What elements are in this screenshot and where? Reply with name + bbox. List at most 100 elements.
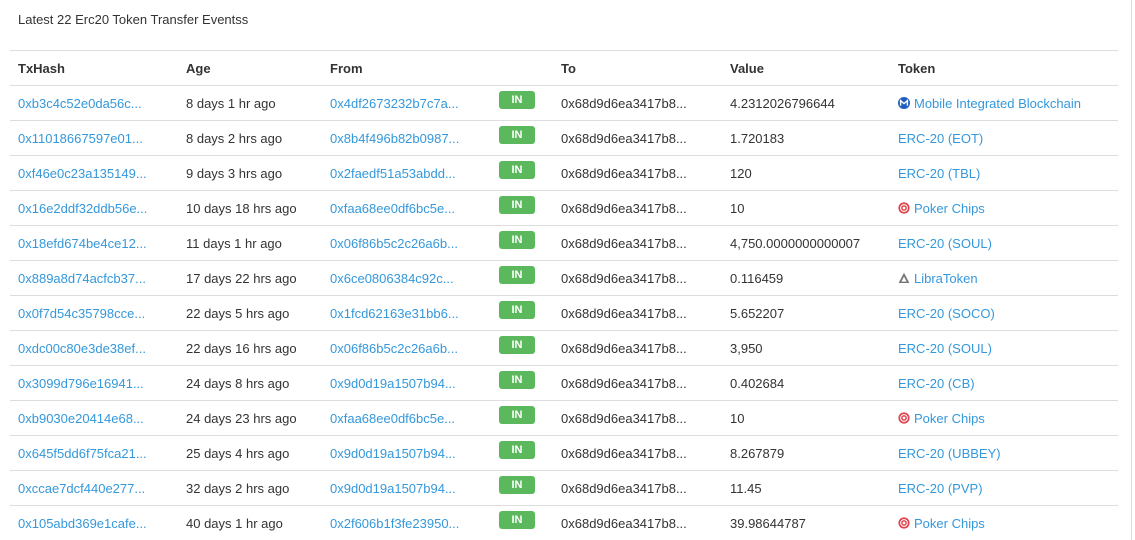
- token-link[interactable]: ERC-20 (SOCO): [898, 306, 995, 321]
- value-text: 1.720183: [730, 130, 785, 146]
- direction-badge: IN: [499, 371, 535, 389]
- to-address-text: 0x68d9d6ea3417b8...: [561, 130, 687, 146]
- column-header-txhash: TxHash: [10, 50, 178, 86]
- from-address-link[interactable]: 0x06f86b5c2c26a6b...: [330, 341, 458, 356]
- table-row: 0x18efd674be4ce12... 11 days 1 hr ago 0x06…: [10, 225, 1118, 261]
- age-text: 22 days 5 hrs ago: [186, 305, 290, 321]
- value-text: 39.98644787: [730, 515, 806, 531]
- txhash-link[interactable]: 0xccae7dcf440e277...: [18, 481, 145, 496]
- token-link[interactable]: ERC-20 (SOUL): [898, 341, 992, 356]
- column-header-from: From: [322, 50, 491, 86]
- direction-badge: IN: [499, 441, 535, 459]
- table-header-row: TxHash Age From To Value Token: [10, 50, 1118, 86]
- value-text: 4.2312026796644: [730, 95, 835, 111]
- from-address-link[interactable]: 0x4df2673232b7c7a...: [330, 96, 459, 111]
- token-link[interactable]: ERC-20 (CB): [898, 376, 975, 391]
- to-address-text: 0x68d9d6ea3417b8...: [561, 270, 687, 286]
- to-address-text: 0x68d9d6ea3417b8...: [561, 200, 687, 216]
- age-text: 10 days 18 hrs ago: [186, 200, 297, 216]
- to-address-text: 0x68d9d6ea3417b8...: [561, 340, 687, 356]
- age-text: 8 days 2 hrs ago: [186, 130, 283, 146]
- txhash-link[interactable]: 0xf46e0c23a135149...: [18, 166, 147, 181]
- table-row: 0x105abd369e1cafe... 40 days 1 hr ago 0x2f…: [10, 506, 1118, 540]
- txhash-link[interactable]: 0x3099d796e16941...: [18, 376, 144, 391]
- token-link[interactable]: ERC-20 (UBBEY): [898, 446, 1001, 461]
- direction-badge: IN: [499, 91, 535, 109]
- direction-badge: IN: [499, 511, 535, 529]
- token-link[interactable]: Mobile Integrated Blockchain: [914, 96, 1081, 111]
- age-text: 40 days 1 hr ago: [186, 515, 283, 531]
- table-row: 0xf46e0c23a135149... 9 days 3 hrs ago 0x2f…: [10, 155, 1118, 191]
- age-text: 11 days 1 hr ago: [186, 235, 282, 251]
- txhash-link[interactable]: 0x0f7d54c35798cce...: [18, 306, 145, 321]
- token-link[interactable]: ERC-20 (SOUL): [898, 236, 992, 251]
- txhash-link[interactable]: 0x18efd674be4ce12...: [18, 236, 147, 251]
- txhash-link[interactable]: 0x105abd369e1cafe...: [18, 516, 147, 531]
- from-address-link[interactable]: 0xfaa68ee0df6bc5e...: [330, 411, 455, 426]
- poker-chips-icon: [898, 517, 910, 529]
- to-address-text: 0x68d9d6ea3417b8...: [561, 445, 687, 461]
- age-text: 8 days 1 hr ago: [186, 95, 276, 111]
- to-address-text: 0x68d9d6ea3417b8...: [561, 95, 687, 111]
- to-address-text: 0x68d9d6ea3417b8...: [561, 165, 687, 181]
- direction-badge: IN: [499, 161, 535, 179]
- from-address-link[interactable]: 0x2f606b1f3fe23950...: [330, 516, 459, 531]
- column-header-token: Token: [890, 50, 1118, 86]
- txhash-link[interactable]: 0xb3c4c52e0da56c...: [18, 96, 142, 111]
- column-header-age: Age: [178, 50, 322, 86]
- table-row: 0x3099d796e16941... 24 days 8 hrs ago 0x9d…: [10, 365, 1118, 401]
- table-row: 0x889a8d74acfcb37... 17 days 22 hrs ago 0x…: [10, 260, 1118, 296]
- table-row: 0xdc00c80e3de38ef... 22 days 16 hrs ago 0x…: [10, 330, 1118, 366]
- token-link[interactable]: Poker Chips: [914, 516, 985, 531]
- from-address-link[interactable]: 0x2faedf51a53abdd...: [330, 166, 456, 181]
- table-row: 0x16e2ddf32ddb56e... 10 days 18 hrs ago 0x…: [10, 190, 1118, 226]
- token-link[interactable]: ERC-20 (PVP): [898, 481, 983, 496]
- direction-badge: IN: [499, 266, 535, 284]
- value-text: 11.45: [730, 480, 762, 496]
- from-address-link[interactable]: 0x6ce0806384c92c...: [330, 271, 454, 286]
- txhash-link[interactable]: 0xdc00c80e3de38ef...: [18, 341, 146, 356]
- from-address-link[interactable]: 0x1fcd62163e31bb6...: [330, 306, 459, 321]
- table-row: 0xb9030e20414e68... 24 days 23 hrs ago 0xf…: [10, 400, 1118, 436]
- page-title: Latest 22 Erc20 Token Transfer Eventss: [18, 12, 249, 27]
- table-row: 0x645f5dd6f75fca21... 25 days 4 hrs ago 0x…: [10, 435, 1118, 471]
- from-address-link[interactable]: 0x9d0d19a1507b94...: [330, 446, 456, 461]
- txhash-link[interactable]: 0x889a8d74acfcb37...: [18, 271, 146, 286]
- direction-badge: IN: [499, 196, 535, 214]
- token-link[interactable]: ERC-20 (TBL): [898, 166, 980, 181]
- table-row: 0xccae7dcf440e277... 32 days 2 hrs ago 0x9…: [10, 470, 1118, 506]
- value-text: 0.116459: [730, 270, 784, 286]
- value-text: 0.402684: [730, 375, 785, 391]
- from-address-link[interactable]: 0x06f86b5c2c26a6b...: [330, 236, 458, 251]
- to-address-text: 0x68d9d6ea3417b8...: [561, 235, 687, 251]
- to-address-text: 0x68d9d6ea3417b8...: [561, 375, 687, 391]
- direction-badge: IN: [499, 301, 535, 319]
- value-text: 4,750.0000000000007: [730, 235, 861, 251]
- age-text: 32 days 2 hrs ago: [186, 480, 290, 496]
- to-address-text: 0x68d9d6ea3417b8...: [561, 480, 687, 496]
- txhash-link[interactable]: 0xb9030e20414e68...: [18, 411, 144, 426]
- token-link[interactable]: Poker Chips: [914, 411, 985, 426]
- txhash-link[interactable]: 0x11018667597e01...: [18, 131, 143, 146]
- direction-badge: IN: [499, 126, 535, 144]
- mobile-integrated-blockchain-icon: [898, 97, 910, 109]
- from-address-link[interactable]: 0x8b4f496b82b0987...: [330, 131, 459, 146]
- from-address-link[interactable]: 0xfaa68ee0df6bc5e...: [330, 201, 455, 216]
- txhash-link[interactable]: 0x16e2ddf32ddb56e...: [18, 201, 147, 216]
- from-address-link[interactable]: 0x9d0d19a1507b94...: [330, 481, 456, 496]
- table-row: 0x0f7d54c35798cce... 22 days 5 hrs ago 0x1…: [10, 295, 1118, 331]
- txhash-link[interactable]: 0x645f5dd6f75fca21...: [18, 446, 147, 461]
- from-address-link[interactable]: 0x9d0d19a1507b94...: [330, 376, 456, 391]
- column-header-to: To: [553, 50, 722, 86]
- value-text: 3,950: [730, 340, 763, 356]
- token-link[interactable]: Poker Chips: [914, 201, 985, 216]
- table-row: 0xb3c4c52e0da56c... 8 days 1 hr ago 0x4df2…: [10, 85, 1118, 121]
- libra-token-icon: [898, 272, 910, 284]
- token-link[interactable]: LibraToken: [914, 271, 978, 286]
- poker-chips-icon: [898, 202, 910, 214]
- token-link[interactable]: ERC-20 (EOT): [898, 131, 983, 146]
- value-text: 10: [730, 410, 745, 426]
- token-transfers-table: TxHash Age From To Value Token 0xb3c4c52…: [10, 50, 1118, 540]
- poker-chips-icon: [898, 412, 910, 424]
- age-text: 24 days 23 hrs ago: [186, 410, 297, 426]
